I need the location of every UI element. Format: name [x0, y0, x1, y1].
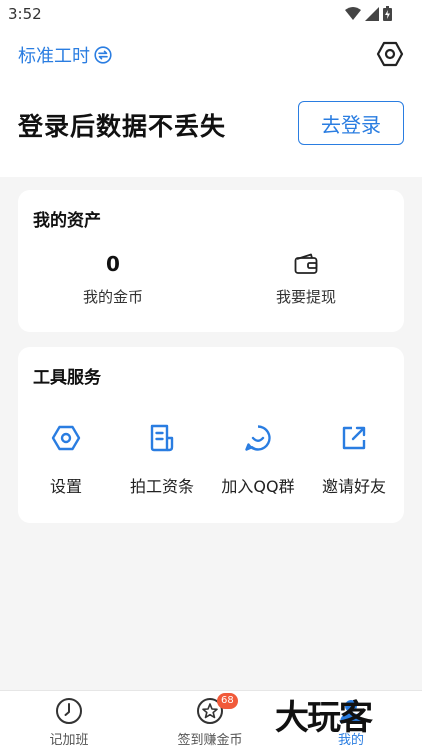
wifi-icon	[345, 6, 361, 20]
tools-title: 工具服务	[33, 368, 101, 388]
top-section: 3:52 标准工时 登录后数据不丢失 去登录	[0, 0, 422, 177]
settings-hex-icon	[51, 425, 81, 451]
header-row: 标准工时	[0, 40, 422, 70]
clock-icon	[56, 698, 82, 724]
tool-payslip-label: 拍工资条	[129, 477, 194, 496]
user-icon	[340, 700, 362, 723]
coins-value: 0	[106, 252, 120, 276]
tools-card: 工具服务 设置 拍工资条 加入QQ群 邀请好友	[18, 347, 404, 523]
tool-join-qq[interactable]: 加入QQ群	[210, 423, 306, 497]
tab-checkin[interactable]: 68 签到赚金币	[155, 693, 265, 748]
tool-payslip[interactable]: 拍工资条	[114, 423, 210, 497]
tool-settings-label: 设置	[49, 477, 82, 496]
tab-checkin-label: 签到赚金币	[177, 733, 243, 748]
tool-invite-friends-label: 邀请好友	[321, 477, 386, 496]
assets-card: 我的资产 0 我的金币 我要提现	[18, 190, 404, 332]
login-button[interactable]: 去登录	[298, 101, 404, 145]
checkin-badge: 68	[217, 693, 238, 709]
settings-gear-icon[interactable]	[376, 40, 404, 68]
wallet-icon-wrap	[211, 252, 401, 276]
tab-overtime[interactable]: 记加班	[14, 697, 124, 748]
bottom-tab-bar: 记加班 68 签到赚金币 我的	[0, 690, 422, 750]
battery-icon	[383, 6, 392, 21]
switch-icon	[94, 46, 112, 64]
share-icon	[342, 426, 366, 450]
login-row: 登录后数据不丢失 去登录	[0, 101, 422, 145]
my-coins[interactable]: 0 我的金币	[18, 252, 208, 307]
tool-join-qq-label: 加入QQ群	[221, 477, 295, 496]
smile-chat-icon	[245, 425, 271, 451]
login-prompt: 登录后数据不丢失	[18, 112, 227, 141]
withdraw-label: 我要提现	[275, 288, 336, 306]
tab-mine-label: 我的	[337, 733, 364, 748]
standard-hours-label: 标准工时	[18, 46, 90, 67]
assets-title: 我的资产	[33, 211, 101, 231]
status-icons	[345, 6, 392, 21]
signal-icon	[365, 6, 379, 21]
wallet-icon	[294, 253, 318, 274]
tab-overtime-label: 记加班	[49, 733, 89, 748]
coins-label: 我的金币	[82, 288, 143, 306]
tool-invite-friends[interactable]: 邀请好友	[306, 423, 402, 497]
tool-settings[interactable]: 设置	[18, 423, 114, 497]
withdraw[interactable]: 我要提现	[211, 252, 401, 307]
tab-mine[interactable]: 我的	[296, 697, 406, 748]
status-time: 3:52	[8, 5, 42, 23]
standard-hours-switch[interactable]: 标准工时	[18, 42, 112, 68]
status-bar: 3:52	[0, 0, 422, 28]
document-icon	[150, 424, 174, 452]
